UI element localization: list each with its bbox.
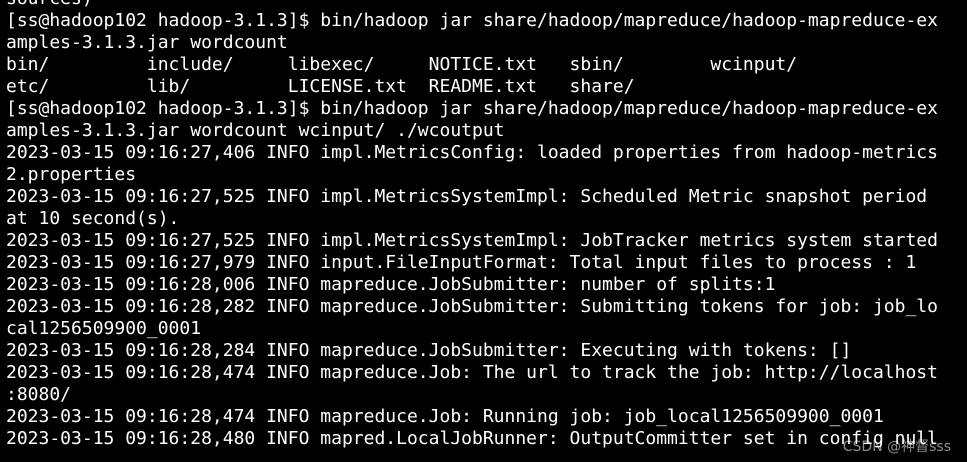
terminal-line: 2023-03-15 09:16:28,474 INFO mapreduce.J… xyxy=(6,406,884,427)
terminal-line: 2023-03-15 09:16:28,480 INFO mapred.Loca… xyxy=(6,428,938,449)
terminal-line: 2023-03-15 09:16:28,284 INFO mapreduce.J… xyxy=(6,340,852,361)
terminal-line: 2023-03-15 09:16:28,474 INFO mapreduce.J… xyxy=(6,362,938,383)
terminal-line: etc/ lib/ LICENSE.txt README.txt share/ xyxy=(6,76,635,97)
terminal-line: amples-3.1.3.jar wordcount xyxy=(6,32,288,53)
terminal-line: [ss@hadoop102 hadoop-3.1.3]$ bin/hadoop … xyxy=(6,98,938,119)
watermark: CSDN @神督sss xyxy=(842,439,951,455)
terminal-line: sources) xyxy=(6,0,938,10)
terminal-line: at 10 second(s). xyxy=(6,208,180,229)
terminal-line: 2023-03-15 09:16:28,006 INFO mapreduce.J… xyxy=(6,274,776,295)
terminal-line: 2023-03-15 09:16:27,979 INFO input.FileI… xyxy=(6,252,917,273)
terminal-line: 2.properties xyxy=(6,164,137,185)
terminal-line: 2023-03-15 09:16:27,525 INFO impl.Metric… xyxy=(6,230,938,251)
terminal-line: amples-3.1.3.jar wordcount wcinput/ ./wc… xyxy=(6,120,505,141)
terminal-line: 2023-03-15 09:16:27,525 INFO impl.Metric… xyxy=(6,186,928,207)
terminal-line: :8080/ xyxy=(6,384,72,405)
terminal-line: 2023-03-15 09:16:27,406 INFO impl.Metric… xyxy=(6,142,938,163)
terminal-line: [ss@hadoop102 hadoop-3.1.3]$ bin/hadoop … xyxy=(6,10,938,31)
terminal-line: bin/ include/ libexec/ NOTICE.txt sbin/ … xyxy=(6,54,798,75)
terminal-output: sources)[ss@hadoop102 hadoop-3.1.3]$ bin… xyxy=(6,0,938,450)
terminal-window[interactable]: sources)[ss@hadoop102 hadoop-3.1.3]$ bin… xyxy=(0,0,967,462)
terminal-line: cal1256509900_0001 xyxy=(6,318,202,339)
terminal-line: 2023-03-15 09:16:28,282 INFO mapreduce.J… xyxy=(6,296,938,317)
